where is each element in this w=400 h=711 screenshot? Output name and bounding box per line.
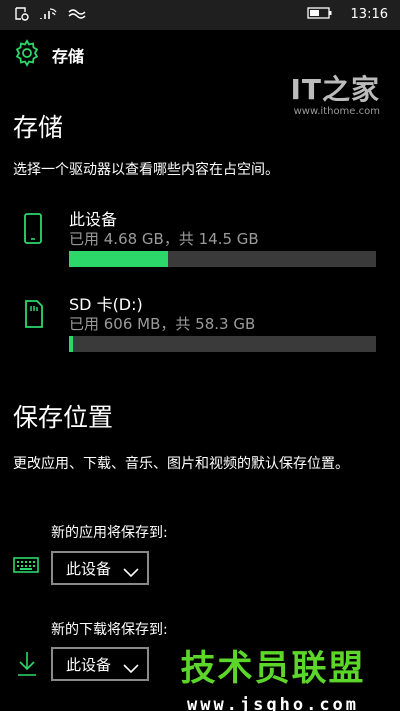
ithome-logo: IT之家 — [290, 73, 380, 106]
jsgho-watermark: 技术员联盟 www.jsgho.com — [168, 640, 378, 711]
apps-save-location-dropdown[interactable]: 此设备 — [51, 551, 149, 585]
keyboard-icon — [13, 557, 41, 581]
downloads-save-location-dropdown[interactable]: 此设备 — [51, 647, 149, 681]
network-icon — [68, 6, 86, 26]
chevron-down-icon — [123, 659, 139, 678]
drive-sd-card[interactable]: SD 卡(D:) 已用 606 MB，共 58.3 GB — [0, 291, 400, 361]
status-icons-left — [14, 6, 86, 26]
dropdown-value: 此设备 — [66, 655, 112, 674]
notification-icon — [14, 6, 30, 26]
wifi-icon — [40, 6, 58, 26]
chevron-down-icon — [123, 563, 139, 582]
status-time: 13:16 — [350, 7, 388, 22]
battery-icon — [306, 5, 333, 24]
jsgho-url: www.jsgho.com — [186, 695, 360, 711]
ithome-watermark: IT之家 www.ithome.com — [290, 68, 380, 117]
save-locations-title: 保存位置 — [13, 403, 114, 432]
settings-storage-screen: 13:16 存储 IT之家 www.ithome.com 存储 选择一个驱动器以… — [0, 0, 400, 711]
ithome-url: www.ithome.com — [293, 106, 380, 117]
download-icon — [16, 651, 38, 681]
status-bar: 13:16 — [0, 0, 400, 30]
drive-name: 此设备 — [69, 210, 118, 229]
usage-bar-track — [69, 336, 376, 352]
usage-bar-fill — [69, 336, 73, 352]
drive-name: SD 卡(D:) — [69, 295, 143, 314]
status-icons-right: 13:16 — [306, 5, 388, 24]
apps-save-label: 新的应用将保存到: — [51, 525, 168, 541]
drive-usage: 已用 4.68 GB，共 14.5 GB — [69, 230, 259, 248]
phone-icon — [22, 212, 46, 250]
sd-card-icon — [22, 297, 46, 335]
storage-description: 选择一个驱动器以查看哪些内容在占空间。 — [13, 162, 279, 178]
app-title: 存储 — [52, 47, 85, 66]
drive-this-device[interactable]: 此设备 已用 4.68 GB，共 14.5 GB — [0, 206, 400, 276]
downloads-save-label: 新的下载将保存到: — [51, 622, 168, 638]
dropdown-value: 此设备 — [66, 559, 112, 578]
jsgho-logo-text: 技术员联盟 — [180, 649, 366, 689]
gear-icon — [13, 39, 41, 67]
usage-bar-fill — [69, 251, 169, 267]
storage-section-title: 存储 — [13, 113, 64, 142]
usage-bar-track — [69, 251, 376, 267]
drive-usage: 已用 606 MB，共 58.3 GB — [69, 315, 256, 333]
save-locations-description: 更改应用、下载、音乐、图片和视频的默认保存位置。 — [13, 456, 349, 472]
